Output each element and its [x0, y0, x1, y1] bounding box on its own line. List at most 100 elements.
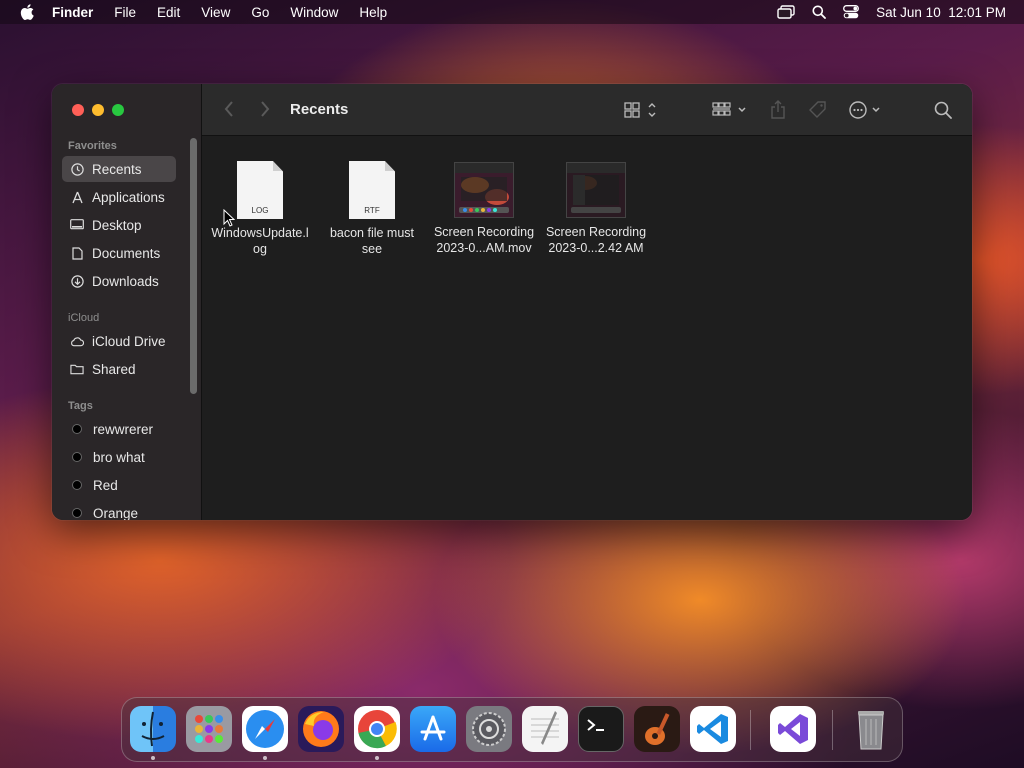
file-ext-label: LOG	[251, 206, 269, 215]
forward-chevron-icon[interactable]	[260, 100, 270, 123]
menu-help[interactable]: Help	[359, 5, 387, 20]
sidebar-tag-orange[interactable]: Orange	[62, 500, 176, 520]
sidebar-item-icloud-drive[interactable]: iCloud Drive	[62, 328, 176, 354]
file-item[interactable]: Screen Recording 2023-0...AM.mov	[428, 162, 540, 256]
file-name: Screen Recording 2023-0...2.42 AM	[545, 225, 647, 255]
download-icon	[70, 274, 84, 288]
mouse-pointer-icon	[223, 208, 236, 232]
menu-file[interactable]: File	[114, 5, 136, 20]
sidebar-item-label: Desktop	[92, 217, 142, 233]
menu-window[interactable]: Window	[290, 5, 338, 20]
control-center-icon[interactable]	[843, 5, 860, 19]
sidebar-item-label: rewwrerer	[93, 421, 154, 437]
cloud-icon	[70, 334, 84, 348]
sidebar-tag-red[interactable]: Red	[62, 472, 176, 498]
video-thumbnail-icon	[566, 162, 626, 218]
file-item[interactable]: RTF bacon file must see	[316, 161, 428, 257]
clock-icon	[70, 162, 84, 176]
sidebar-tag-bro-what[interactable]: bro what	[62, 444, 176, 470]
screen-mirroring-icon[interactable]	[777, 5, 795, 19]
shared-folder-icon	[70, 362, 84, 376]
dock-textedit-icon[interactable]	[522, 706, 568, 752]
share-icon[interactable]	[770, 98, 786, 122]
tag-dot-icon	[72, 508, 82, 518]
sidebar-item-recents[interactable]: Recents	[62, 156, 176, 182]
menu-clock[interactable]: Sat Jun 10 12:01 PM	[876, 5, 1006, 20]
sidebar-section-icloud: iCloud	[68, 312, 100, 324]
back-chevron-icon[interactable]	[224, 100, 234, 123]
tag-icon[interactable]	[808, 98, 828, 122]
dock-safari-icon[interactable]	[242, 706, 288, 752]
window-controls	[72, 104, 124, 116]
dock-running-indicator	[375, 756, 379, 760]
dock-visual-studio-icon[interactable]	[770, 706, 816, 752]
menu-app-name[interactable]: Finder	[52, 5, 93, 20]
file-name: Screen Recording 2023-0...AM.mov	[433, 225, 535, 255]
file-name: bacon file must see	[329, 226, 415, 256]
dock-chrome-icon[interactable]	[354, 706, 400, 752]
tag-dot-icon	[72, 452, 82, 462]
sidebar-item-label: bro what	[93, 449, 145, 465]
dock-running-indicator	[263, 756, 267, 760]
sidebar-item-desktop[interactable]: Desktop	[62, 212, 176, 238]
menu-bar: Finder File Edit View Go Window Help Sat…	[0, 0, 1024, 24]
file-ext-label: RTF	[364, 206, 380, 215]
minimize-button[interactable]	[92, 104, 104, 116]
main-content: Recents LOG WindowsUpdate.l og RTF bacon…	[202, 84, 972, 520]
sidebar-item-label: iCloud Drive	[92, 333, 166, 349]
sidebar-item-shared[interactable]: Shared	[62, 356, 176, 382]
sidebar-item-label: Orange	[93, 505, 139, 521]
sidebar-item-label: Shared	[92, 361, 136, 377]
sidebar-item-downloads[interactable]: Downloads	[62, 268, 176, 294]
dock	[121, 697, 903, 762]
video-thumbnail-icon	[454, 162, 514, 218]
menu-go[interactable]: Go	[251, 5, 269, 20]
dock-finder-icon[interactable]	[130, 706, 176, 752]
file-item[interactable]: LOG WindowsUpdate.l og	[204, 161, 316, 257]
close-button[interactable]	[72, 104, 84, 116]
menu-view[interactable]: View	[201, 5, 230, 20]
menu-edit[interactable]: Edit	[157, 5, 180, 20]
dock-running-indicator	[151, 756, 155, 760]
tag-dot-icon	[72, 424, 82, 434]
dock-launchpad-icon[interactable]	[186, 706, 232, 752]
group-by-icon[interactable]	[712, 98, 750, 122]
sidebar-tag-rewwrerer[interactable]: rewwrerer	[62, 416, 176, 442]
desktop-icon	[70, 218, 84, 232]
sidebar-item-label: Recents	[92, 161, 142, 177]
search-icon[interactable]	[934, 98, 952, 122]
sidebar: Favorites Recents Applications Desktop D…	[52, 84, 202, 520]
sidebar-item-label: Downloads	[92, 273, 159, 289]
sidebar-item-label: Applications	[92, 189, 165, 205]
dock-separator	[832, 710, 833, 750]
sidebar-scrollbar[interactable]	[190, 138, 197, 394]
toolbar: Recents	[202, 84, 972, 136]
dock-app-store-icon[interactable]	[410, 706, 456, 752]
dock-trash-icon[interactable]	[848, 706, 894, 752]
dock-firefox-icon[interactable]	[298, 706, 344, 752]
zoom-button[interactable]	[112, 104, 124, 116]
dock-vscode-icon[interactable]	[690, 706, 736, 752]
spotlight-search-icon[interactable]	[812, 5, 827, 19]
sidebar-section-favorites: Favorites	[68, 140, 117, 152]
sidebar-item-documents[interactable]: Documents	[62, 240, 176, 266]
document-icon	[70, 246, 84, 260]
applications-icon	[70, 190, 84, 204]
sidebar-section-tags: Tags	[68, 400, 93, 412]
dock-garageband-icon[interactable]	[634, 706, 680, 752]
tag-dot-icon	[72, 480, 82, 490]
file-name: WindowsUpdate.l og	[211, 226, 309, 256]
sidebar-item-label: Documents	[92, 245, 161, 261]
sidebar-item-applications[interactable]: Applications	[62, 184, 176, 210]
apple-icon[interactable]	[18, 3, 36, 21]
dock-terminal-icon[interactable]	[578, 706, 624, 752]
dock-separator	[750, 710, 751, 750]
icon-view-grid-icon[interactable]	[624, 98, 660, 122]
file-item[interactable]: Screen Recording 2023-0...2.42 AM	[540, 162, 652, 256]
dock-system-settings-icon[interactable]	[466, 706, 512, 752]
rtf-file-icon: RTF	[349, 161, 395, 219]
window-title: Recents	[290, 101, 349, 118]
file-grid: LOG WindowsUpdate.l og RTF bacon file mu…	[202, 136, 972, 520]
more-actions-icon[interactable]	[848, 98, 886, 122]
sidebar-item-label: Red	[93, 477, 118, 493]
